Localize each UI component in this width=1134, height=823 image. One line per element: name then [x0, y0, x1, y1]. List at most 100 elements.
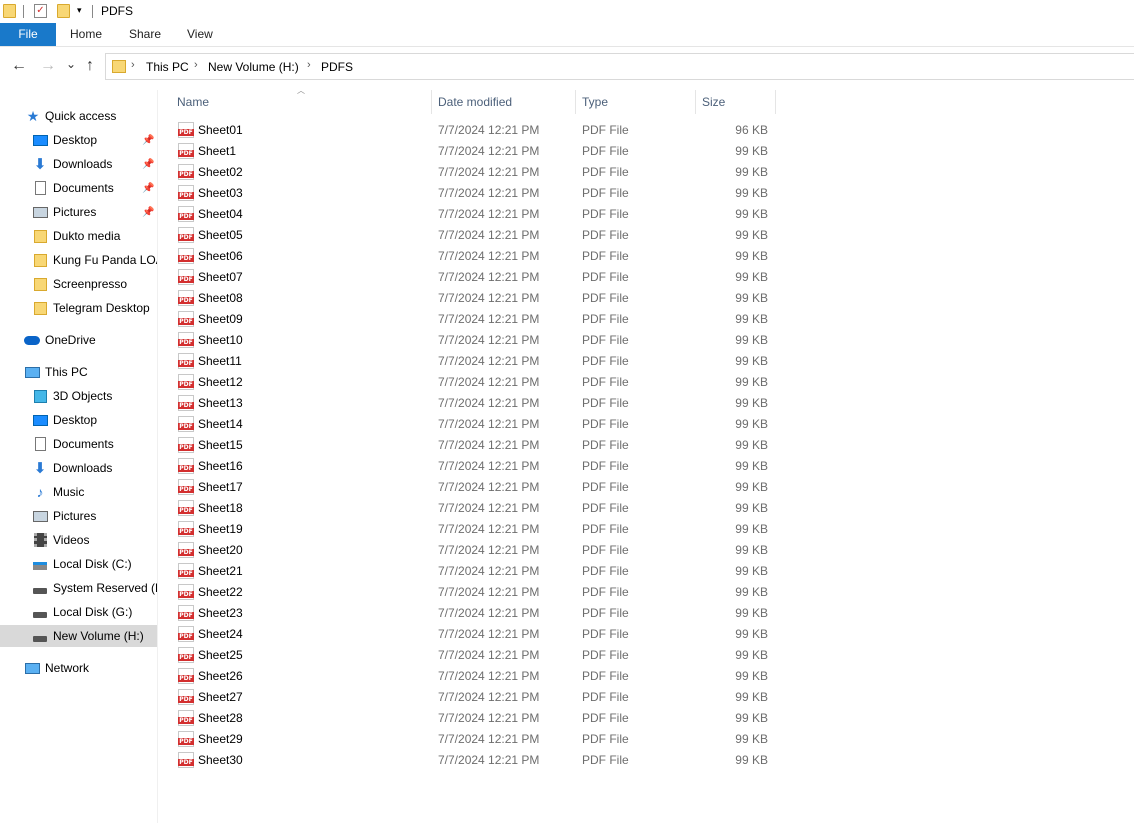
recent-locations-icon[interactable]: ⌄: [66, 56, 76, 72]
file-row[interactable]: Sheet11 7/7/2024 12:21 PM PDF File 99 KB: [158, 351, 778, 372]
sidebar-item-3d-objects[interactable]: 3D Objects: [0, 385, 157, 407]
file-row[interactable]: Sheet04 7/7/2024 12:21 PM PDF File 99 KB: [158, 204, 778, 225]
sidebar-item-screenpresso[interactable]: Screenpresso: [0, 273, 157, 295]
tab-share[interactable]: Share: [129, 23, 161, 46]
file-type: PDF File: [582, 228, 629, 242]
desktop-icon: [32, 133, 48, 147]
pdf-file-icon: [178, 143, 194, 159]
tab-file[interactable]: File: [0, 23, 56, 46]
tab-view[interactable]: View: [187, 23, 213, 46]
address-bar[interactable]: › This PC › New Volume (H:) › PDFS: [105, 53, 1134, 80]
column-resize-handle[interactable]: [775, 90, 776, 114]
file-row[interactable]: Sheet18 7/7/2024 12:21 PM PDF File 99 KB: [158, 498, 778, 519]
sidebar-item-dukto-media[interactable]: Dukto media: [0, 225, 157, 247]
forward-icon[interactable]: →: [40, 58, 56, 74]
sidebar-item-telegram-desktop[interactable]: Telegram Desktop: [0, 297, 157, 319]
chevron-right-icon[interactable]: ›: [307, 59, 311, 71]
breadcrumb-pdfs[interactable]: PDFS: [321, 60, 353, 74]
file-row[interactable]: Sheet19 7/7/2024 12:21 PM PDF File 99 KB: [158, 519, 778, 540]
pdf-file-icon: [178, 374, 194, 390]
file-row[interactable]: Sheet10 7/7/2024 12:21 PM PDF File 99 KB: [158, 330, 778, 351]
breadcrumb-this-pc[interactable]: This PC: [146, 60, 189, 74]
new-folder-icon[interactable]: [57, 4, 70, 18]
sidebar-item-local-disk-g[interactable]: Local Disk (G:): [0, 601, 157, 623]
column-header-size[interactable]: Size: [702, 92, 725, 114]
sidebar-item-this-pc[interactable]: This PC: [0, 361, 157, 383]
properties-icon[interactable]: ✓: [34, 4, 47, 18]
file-size: 99 KB: [735, 501, 768, 515]
file-row[interactable]: Sheet07 7/7/2024 12:21 PM PDF File 99 KB: [158, 267, 778, 288]
file-date-modified: 7/7/2024 12:21 PM: [438, 564, 540, 578]
sidebar-item-network[interactable]: Network: [0, 657, 157, 679]
file-row[interactable]: Sheet03 7/7/2024 12:21 PM PDF File 99 KB: [158, 183, 778, 204]
file-row[interactable]: Sheet28 7/7/2024 12:21 PM PDF File 99 KB: [158, 708, 778, 729]
sidebar-item-pc-documents[interactable]: Documents: [0, 433, 157, 455]
file-row[interactable]: Sheet08 7/7/2024 12:21 PM PDF File 99 KB: [158, 288, 778, 309]
file-row[interactable]: Sheet20 7/7/2024 12:21 PM PDF File 99 KB: [158, 540, 778, 561]
chevron-right-icon[interactable]: ›: [131, 59, 135, 71]
file-row[interactable]: Sheet16 7/7/2024 12:21 PM PDF File 99 KB: [158, 456, 778, 477]
sidebar-item-videos[interactable]: Videos: [0, 529, 157, 551]
file-row[interactable]: Sheet17 7/7/2024 12:21 PM PDF File 99 KB: [158, 477, 778, 498]
tab-home[interactable]: Home: [70, 23, 102, 46]
up-icon[interactable]: ↑: [86, 58, 94, 74]
file-row[interactable]: Sheet02 7/7/2024 12:21 PM PDF File 99 KB: [158, 162, 778, 183]
column-header-type[interactable]: Type: [582, 92, 608, 114]
pin-icon[interactable]: 📌: [142, 135, 154, 146]
chevron-right-icon[interactable]: ›: [194, 59, 198, 71]
column-resize-handle[interactable]: [575, 90, 576, 114]
file-row[interactable]: Sheet05 7/7/2024 12:21 PM PDF File 99 KB: [158, 225, 778, 246]
sidebar-item-pictures[interactable]: Pictures 📌: [0, 201, 157, 223]
file-row[interactable]: Sheet12 7/7/2024 12:21 PM PDF File 99 KB: [158, 372, 778, 393]
file-row[interactable]: Sheet14 7/7/2024 12:21 PM PDF File 99 KB: [158, 414, 778, 435]
file-row[interactable]: Sheet13 7/7/2024 12:21 PM PDF File 99 KB: [158, 393, 778, 414]
sidebar-item-downloads[interactable]: ⬇ Downloads 📌: [0, 153, 157, 175]
file-row[interactable]: Sheet1 7/7/2024 12:21 PM PDF File 99 KB: [158, 141, 778, 162]
file-row[interactable]: Sheet21 7/7/2024 12:21 PM PDF File 99 KB: [158, 561, 778, 582]
sidebar-item-documents[interactable]: Documents 📌: [0, 177, 157, 199]
column-header-name[interactable]: Name: [177, 92, 209, 114]
sidebar-item-local-disk-c[interactable]: Local Disk (C:): [0, 553, 157, 575]
pin-icon[interactable]: 📌: [142, 159, 154, 170]
sidebar-item-onedrive[interactable]: OneDrive: [0, 329, 157, 351]
column-resize-handle[interactable]: [431, 90, 432, 114]
sidebar-item-pc-downloads[interactable]: ⬇ Downloads: [0, 457, 157, 479]
file-row[interactable]: Sheet09 7/7/2024 12:21 PM PDF File 99 KB: [158, 309, 778, 330]
file-row[interactable]: Sheet27 7/7/2024 12:21 PM PDF File 99 KB: [158, 687, 778, 708]
column-resize-handle[interactable]: [695, 90, 696, 114]
pdf-file-icon: [178, 122, 194, 138]
file-row[interactable]: Sheet26 7/7/2024 12:21 PM PDF File 99 KB: [158, 666, 778, 687]
breadcrumb-new-volume[interactable]: New Volume (H:): [208, 60, 299, 74]
sidebar-item-label: Desktop: [53, 133, 98, 147]
file-type: PDF File: [582, 585, 629, 599]
file-row[interactable]: Sheet15 7/7/2024 12:21 PM PDF File 99 KB: [158, 435, 778, 456]
file-row[interactable]: Sheet23 7/7/2024 12:21 PM PDF File 99 KB: [158, 603, 778, 624]
pdf-file-icon: [178, 311, 194, 327]
file-name: Sheet21: [198, 564, 243, 578]
file-row[interactable]: Sheet25 7/7/2024 12:21 PM PDF File 99 KB: [158, 645, 778, 666]
sidebar-item-kung-fu-panda[interactable]: Kung Fu Panda LOA: [0, 249, 157, 271]
pin-icon[interactable]: 📌: [142, 207, 154, 218]
sidebar-item-new-volume-h[interactable]: New Volume (H:): [0, 625, 157, 647]
customize-toolbar-icon[interactable]: ▾: [77, 5, 82, 16]
folder-icon: [32, 253, 48, 267]
sidebar-item-quick-access[interactable]: ★ Quick access: [0, 105, 157, 127]
pin-icon[interactable]: 📌: [142, 183, 154, 194]
file-row[interactable]: Sheet01 7/7/2024 12:21 PM PDF File 96 KB: [158, 120, 778, 141]
file-name: Sheet10: [198, 333, 243, 347]
sidebar-item-music[interactable]: ♪ Music: [0, 481, 157, 503]
folder-icon[interactable]: [3, 4, 16, 18]
column-header-date-modified[interactable]: Date modified: [438, 92, 512, 114]
file-row[interactable]: Sheet29 7/7/2024 12:21 PM PDF File 99 KB: [158, 729, 778, 750]
file-row[interactable]: Sheet22 7/7/2024 12:21 PM PDF File 99 KB: [158, 582, 778, 603]
file-row[interactable]: Sheet30 7/7/2024 12:21 PM PDF File 99 KB: [158, 750, 778, 771]
sidebar-item-pc-pictures[interactable]: Pictures: [0, 505, 157, 527]
sidebar-item-pc-desktop[interactable]: Desktop: [0, 409, 157, 431]
downloads-icon: ⬇: [33, 460, 47, 477]
file-name: Sheet24: [198, 627, 243, 641]
file-row[interactable]: Sheet24 7/7/2024 12:21 PM PDF File 99 KB: [158, 624, 778, 645]
sidebar-item-desktop[interactable]: Desktop 📌: [0, 129, 157, 151]
sidebar-item-system-reserved-e[interactable]: System Reserved (E:: [0, 577, 157, 599]
back-icon[interactable]: ←: [11, 58, 27, 74]
file-row[interactable]: Sheet06 7/7/2024 12:21 PM PDF File 99 KB: [158, 246, 778, 267]
